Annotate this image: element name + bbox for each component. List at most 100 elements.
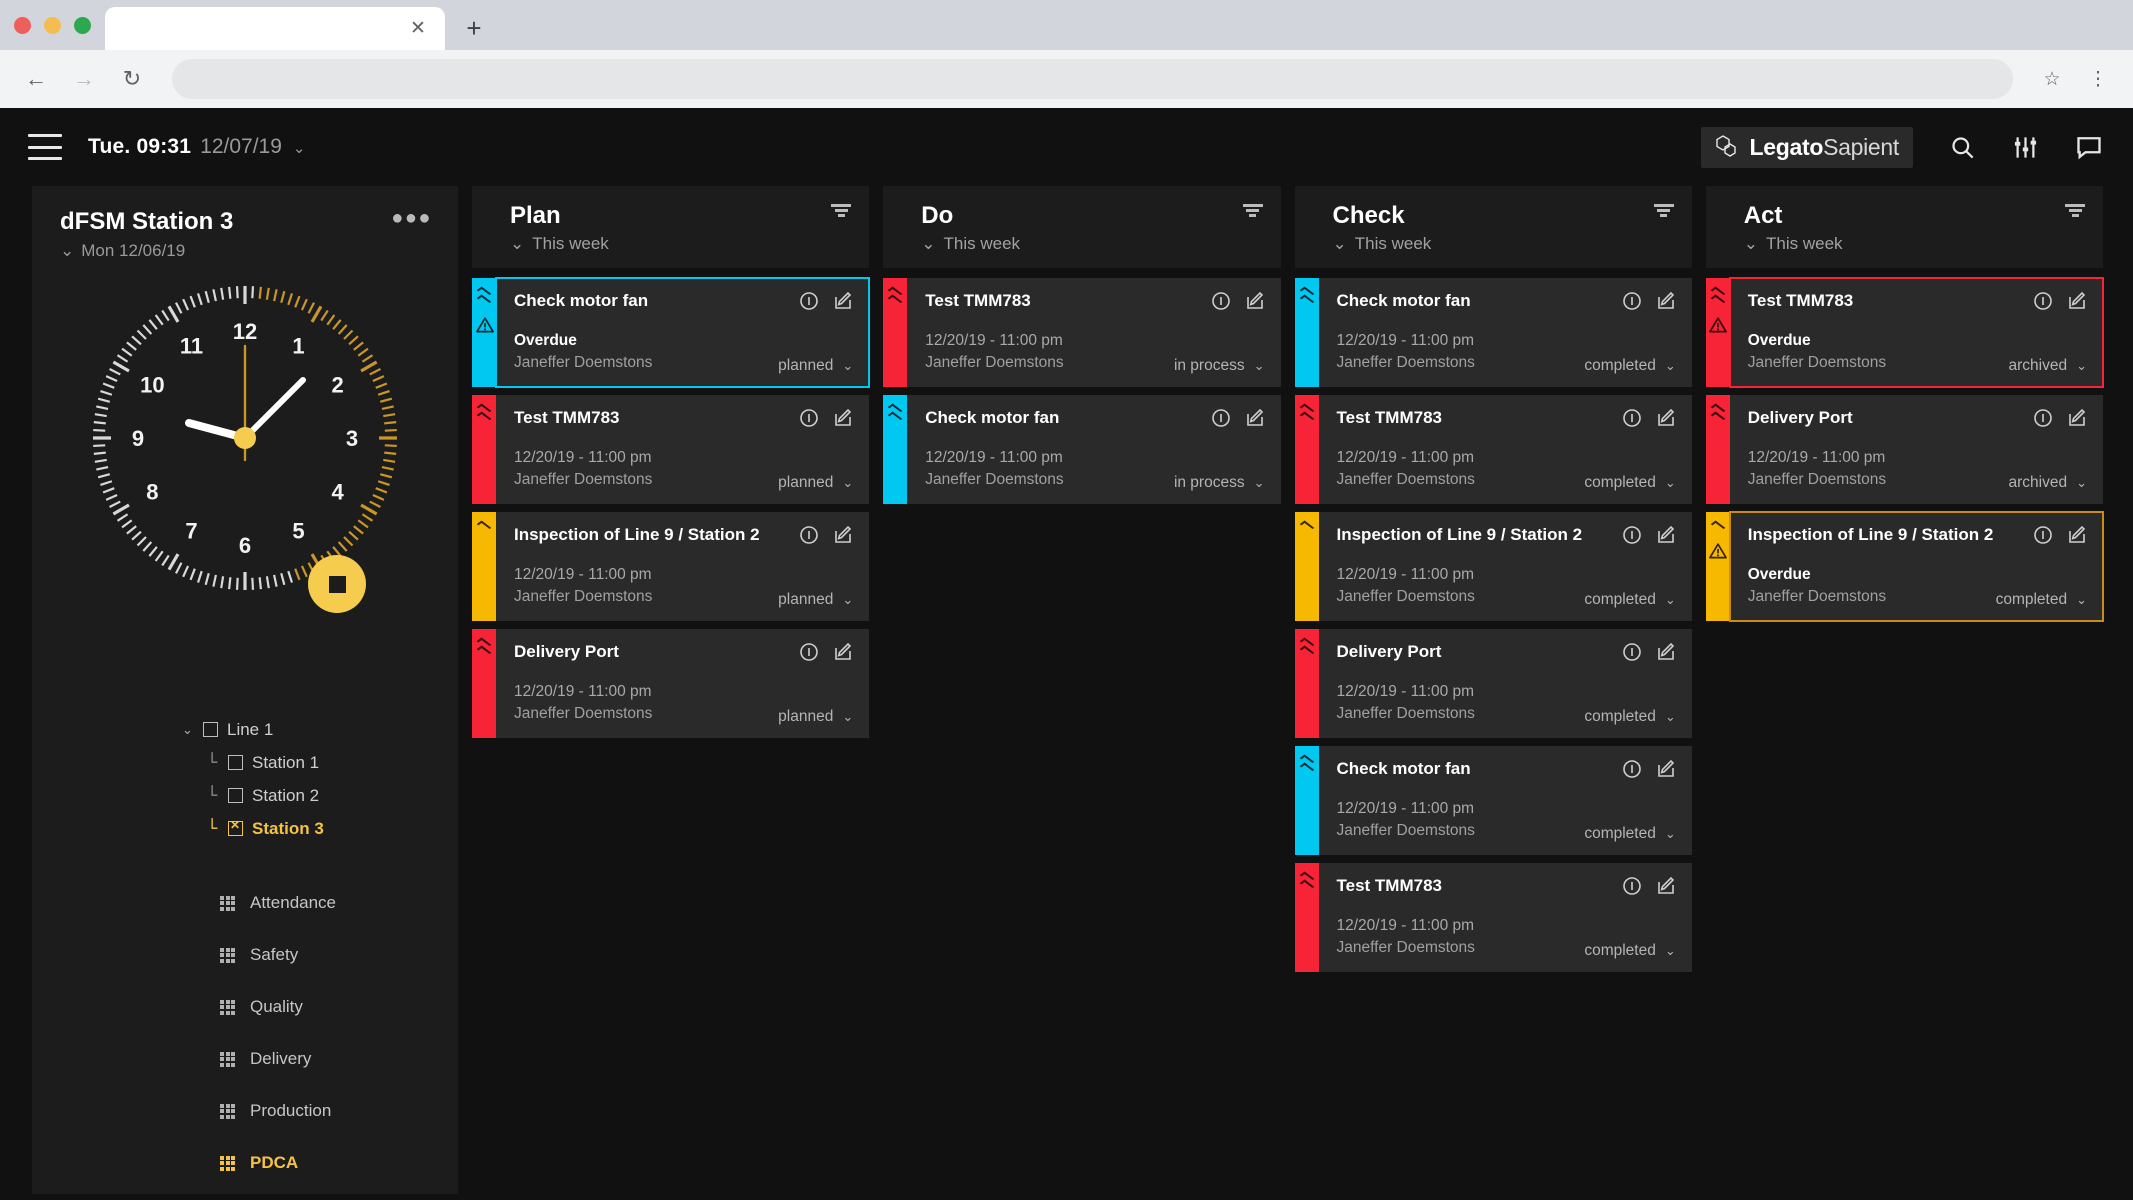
edit-icon[interactable]: [2067, 291, 2087, 316]
task-card[interactable]: Check motor fan 12/20/19 - 11:00 pm Jane…: [1294, 745, 1692, 855]
sidebar-date[interactable]: ⌄ Mon 12/06/19: [60, 241, 233, 261]
task-card[interactable]: Delivery Port 12/20/19 - 11:00 pm Janeff…: [472, 628, 870, 738]
edit-icon[interactable]: [1656, 408, 1676, 433]
task-card-body[interactable]: Test TMM783 12/20/19 - 11:00 pm Janeffer…: [907, 278, 1281, 387]
sidebar-item-delivery[interactable]: Delivery: [220, 1033, 458, 1085]
task-card[interactable]: Test TMM783 12/20/19 - 11:00 pm Janeffer…: [472, 394, 870, 504]
reload-icon[interactable]: ↻: [112, 59, 152, 99]
tree-item-station-3[interactable]: └ Station 3: [182, 812, 458, 845]
task-status-select[interactable]: completed ⌄: [1584, 591, 1675, 609]
info-icon[interactable]: [1622, 876, 1642, 901]
task-card-body[interactable]: Inspection of Line 9 / Station 2 Overdue…: [1728, 510, 2105, 622]
chevron-down-icon[interactable]: ⌄: [60, 241, 74, 261]
task-card-body[interactable]: Delivery Port 12/20/19 - 11:00 pm Janeff…: [1729, 394, 2103, 504]
task-card-body[interactable]: Test TMM783 12/20/19 - 11:00 pm Janeffer…: [1318, 862, 1692, 972]
column-range[interactable]: ⌄ This week: [1744, 234, 2085, 254]
chevron-down-icon[interactable]: ⌄: [842, 709, 853, 725]
task-status-select[interactable]: planned ⌄: [778, 357, 853, 375]
tree-checkbox[interactable]: [203, 722, 218, 737]
forward-arrow-icon[interactable]: →: [64, 59, 104, 99]
sidebar-item-attendance[interactable]: Attendance: [220, 877, 458, 929]
task-status-select[interactable]: completed ⌄: [1584, 474, 1675, 492]
task-card[interactable]: Delivery Port 12/20/19 - 11:00 pm Janeff…: [1294, 628, 1692, 738]
stop-button-icon[interactable]: [308, 555, 366, 613]
info-icon[interactable]: [799, 291, 819, 316]
close-icon[interactable]: ✕: [405, 16, 431, 42]
task-card[interactable]: Inspection of Line 9 / Station 2 Overdue…: [1705, 510, 2105, 622]
chevron-down-icon[interactable]: ⌄: [1744, 234, 1758, 254]
tree-checkbox[interactable]: [228, 788, 243, 803]
info-icon[interactable]: [799, 642, 819, 667]
task-status-select[interactable]: planned ⌄: [778, 474, 853, 492]
edit-icon[interactable]: [833, 525, 853, 550]
chevron-down-icon[interactable]: ⌄: [182, 722, 194, 738]
info-icon[interactable]: [1622, 291, 1642, 316]
task-status-select[interactable]: in process ⌄: [1174, 357, 1265, 375]
chevron-down-icon[interactable]: ⌄: [1665, 943, 1676, 959]
tree-item-station-1[interactable]: └ Station 1: [182, 746, 458, 779]
filter-icon[interactable]: [2065, 204, 2085, 217]
search-icon[interactable]: [1949, 134, 1976, 161]
hamburger-menu-icon[interactable]: [28, 134, 62, 160]
edit-icon[interactable]: [1245, 291, 1265, 316]
browser-tab[interactable]: ✕: [105, 7, 445, 50]
edit-icon[interactable]: [833, 291, 853, 316]
info-icon[interactable]: [2033, 291, 2053, 316]
chevron-down-icon[interactable]: ⌄: [1665, 358, 1676, 374]
task-status-select[interactable]: completed ⌄: [1584, 942, 1675, 960]
chevron-down-icon[interactable]: ⌄: [2076, 358, 2087, 374]
column-range[interactable]: ⌄ This week: [1333, 234, 1674, 254]
edit-icon[interactable]: [1656, 291, 1676, 316]
info-icon[interactable]: [799, 408, 819, 433]
info-icon[interactable]: [2033, 408, 2053, 433]
info-icon[interactable]: [1211, 291, 1231, 316]
chevron-down-icon[interactable]: ⌄: [293, 139, 306, 157]
task-status-select[interactable]: completed ⌄: [1996, 591, 2087, 609]
task-card[interactable]: Check motor fan Overdue Janeffer Doemsto…: [472, 277, 871, 388]
new-tab-icon[interactable]: +: [453, 7, 495, 49]
task-status-select[interactable]: completed ⌄: [1584, 708, 1675, 726]
chevron-down-icon[interactable]: ⌄: [1665, 709, 1676, 725]
info-icon[interactable]: [1622, 525, 1642, 550]
tree-item-line-1[interactable]: ⌄ Line 1: [182, 713, 458, 746]
sidebar-item-production[interactable]: Production: [220, 1085, 458, 1137]
chevron-down-icon[interactable]: ⌄: [1665, 475, 1676, 491]
chevron-down-icon[interactable]: ⌄: [1254, 475, 1265, 491]
browser-menu-icon[interactable]: ⋮: [2079, 60, 2117, 98]
task-card[interactable]: Check motor fan 12/20/19 - 11:00 pm Jane…: [883, 394, 1281, 504]
task-status-select[interactable]: archived ⌄: [2009, 474, 2088, 492]
edit-icon[interactable]: [1245, 408, 1265, 433]
tree-item-station-2[interactable]: └ Station 2: [182, 779, 458, 812]
task-card[interactable]: Check motor fan 12/20/19 - 11:00 pm Jane…: [1294, 278, 1692, 387]
chevron-down-icon[interactable]: ⌄: [2076, 592, 2087, 608]
sidebar-item-pdca[interactable]: PDCA: [220, 1137, 458, 1189]
info-icon[interactable]: [1622, 759, 1642, 784]
close-window-button[interactable]: [14, 16, 31, 34]
task-card[interactable]: Test TMM783 12/20/19 - 11:00 pm Janeffer…: [883, 278, 1281, 387]
task-status-select[interactable]: completed ⌄: [1584, 825, 1675, 843]
filter-icon[interactable]: [1242, 204, 1263, 217]
edit-icon[interactable]: [833, 642, 853, 667]
more-options-icon[interactable]: ●●●: [391, 208, 432, 228]
info-icon[interactable]: [1622, 642, 1642, 667]
bookmark-star-icon[interactable]: ☆: [2033, 60, 2071, 98]
tree-checkbox[interactable]: [228, 755, 243, 770]
chat-bubble-icon[interactable]: [2075, 133, 2103, 161]
address-bar[interactable]: [172, 59, 2013, 99]
edit-icon[interactable]: [2067, 408, 2087, 433]
chevron-down-icon[interactable]: ⌄: [2076, 475, 2087, 491]
chevron-down-icon[interactable]: ⌄: [1665, 592, 1676, 608]
column-range[interactable]: ⌄ This week: [921, 234, 1262, 254]
task-card-body[interactable]: Inspection of Line 9 / Station 2 12/20/1…: [1318, 511, 1692, 621]
chevron-down-icon[interactable]: ⌄: [1254, 358, 1265, 374]
sidebar-item-quality[interactable]: Quality: [220, 981, 458, 1033]
chevron-down-icon[interactable]: ⌄: [510, 234, 524, 254]
task-card[interactable]: Test TMM783 12/20/19 - 11:00 pm Janeffer…: [1294, 862, 1692, 972]
task-card-body[interactable]: Delivery Port 12/20/19 - 11:00 pm Janeff…: [496, 628, 870, 738]
edit-icon[interactable]: [1656, 876, 1676, 901]
task-card-body[interactable]: Test TMM783 12/20/19 - 11:00 pm Janeffer…: [496, 394, 870, 504]
info-icon[interactable]: [1211, 408, 1231, 433]
edit-icon[interactable]: [1656, 642, 1676, 667]
minimize-window-button[interactable]: [44, 16, 61, 34]
chevron-down-icon[interactable]: ⌄: [921, 234, 935, 254]
